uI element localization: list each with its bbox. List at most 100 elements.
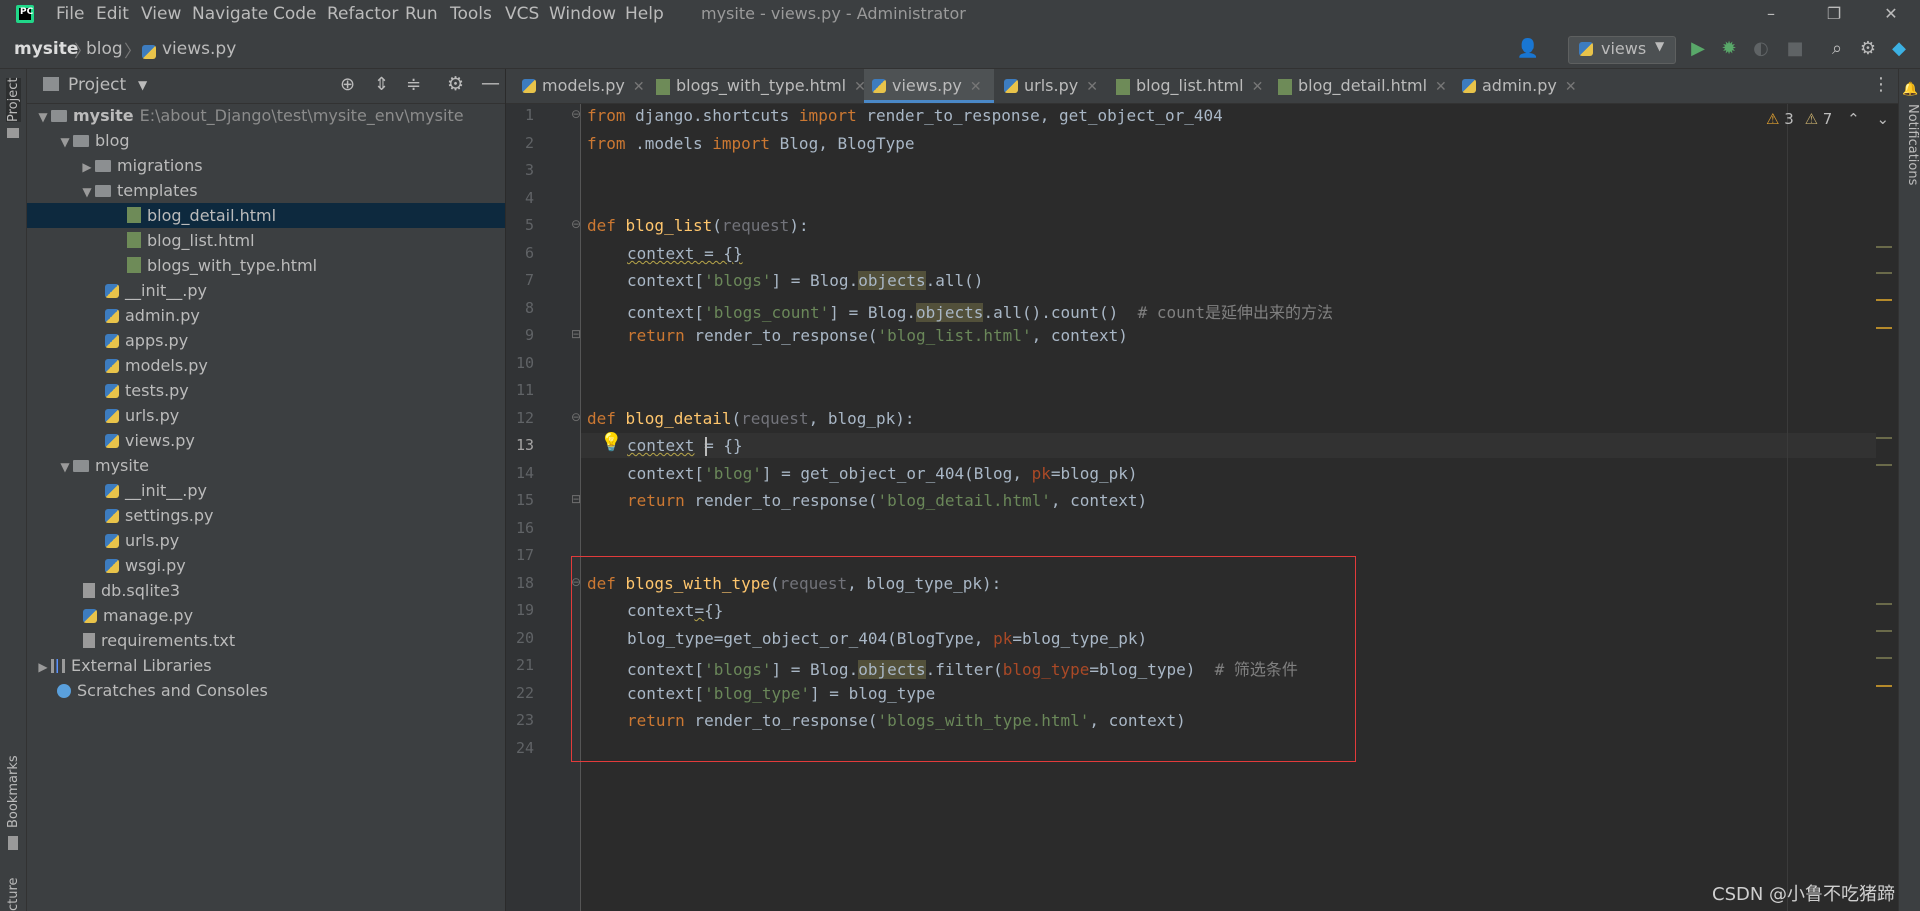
tab-blog-detail-html[interactable]: blog_detail.html ✕ (1270, 69, 1452, 103)
inspection-widget[interactable]: ⚠ 3 ⚠ 7 ⌃ ⌄ (1766, 110, 1889, 128)
code-line-12[interactable]: def blog_detail(request, blog_pk): (587, 409, 915, 428)
fold-marker-icon[interactable]: ⊖ (571, 410, 581, 424)
fold-marker-icon[interactable]: ⊟ (571, 327, 581, 341)
scrollbar-marker[interactable] (1876, 327, 1892, 329)
scrollbar-marker[interactable] (1876, 657, 1892, 659)
close-icon[interactable]: ✕ (1565, 79, 1577, 95)
tree-item-init-py[interactable]: __init__.py (27, 278, 505, 303)
coverage-icon[interactable]: ◐ (1750, 38, 1772, 60)
tree-item-urls-py[interactable]: urls.py (27, 403, 505, 428)
scrollbar-marker[interactable] (1876, 246, 1892, 248)
tree-item-models-py[interactable]: models.py (27, 353, 505, 378)
tree-item-views-py[interactable]: views.py (27, 428, 505, 453)
menu-navigate[interactable]: Navigate (192, 4, 268, 24)
stop-icon[interactable]: ■ (1784, 38, 1806, 60)
tree-item-mysite-init-py[interactable]: __init__.py (27, 478, 505, 503)
close-icon[interactable]: ✕ (633, 79, 645, 95)
project-tool-button[interactable]: Project (6, 77, 21, 122)
code-line-14[interactable]: context['blog'] = get_object_or_404(Blog… (627, 464, 1138, 483)
tree-item-settings-py[interactable]: settings.py (27, 503, 505, 528)
run-icon[interactable]: ▶ (1687, 38, 1709, 60)
editor-scrollbar[interactable] (1876, 104, 1898, 911)
chevron-down-icon[interactable]: ▼ (138, 78, 147, 92)
tree-item-root[interactable]: ▼ mysite E:\about_Django\test\mysite_env\m… (27, 103, 505, 128)
menu-code[interactable]: Code (273, 4, 317, 24)
gear-icon[interactable]: ⚙ (1857, 38, 1879, 60)
locate-icon[interactable]: ⊕ (340, 74, 355, 95)
tab-blog-list-html[interactable]: blog_list.html ✕ (1108, 69, 1268, 103)
tree-item-wsgi-py[interactable]: wsgi.py (27, 553, 505, 578)
breadcrumb-file[interactable]: views.py (162, 39, 236, 59)
minimize-icon[interactable]: – (1756, 2, 1786, 26)
next-highlight-icon[interactable]: ⌄ (1876, 110, 1889, 128)
expand-all-icon[interactable]: ⇕ (374, 74, 389, 95)
scrollbar-marker[interactable] (1876, 464, 1892, 466)
scrollbar-marker[interactable] (1876, 603, 1892, 605)
menu-edit[interactable]: Edit (96, 4, 129, 24)
fold-marker-icon[interactable]: ⊟ (571, 492, 581, 506)
gear-icon[interactable]: ⚙ (447, 73, 464, 95)
menu-vcs[interactable]: VCS (505, 4, 539, 24)
tree-item-templates[interactable]: ▼ templates (27, 178, 505, 203)
tree-item-manage-py[interactable]: manage.py (27, 603, 505, 628)
scrollbar-marker[interactable] (1876, 299, 1892, 301)
code-line-5[interactable]: def blog_list(request): (587, 216, 809, 235)
close-icon[interactable]: ✕ (1435, 79, 1447, 95)
user-icon[interactable]: 👤 (1513, 38, 1543, 60)
menu-view[interactable]: View (141, 4, 181, 24)
code-line-9[interactable]: return render_to_response('blog_list.htm… (627, 326, 1128, 345)
tab-urls-py[interactable]: urls.py ✕ (996, 69, 1108, 103)
close-icon[interactable]: ✕ (1086, 79, 1098, 95)
close-icon[interactable]: ✕ (1876, 2, 1906, 26)
structure-tool-button[interactable]: cture (6, 877, 21, 911)
menu-refactor[interactable]: Refactor (327, 4, 398, 24)
tree-item-migrations[interactable]: ▶ migrations (27, 153, 505, 178)
tree-item-scratches[interactable]: Scratches and Consoles (27, 678, 505, 703)
notifications-bell-icon[interactable]: 🔔 (1902, 82, 1918, 97)
tab-admin-py[interactable]: admin.py ✕ (1454, 69, 1577, 103)
scrollbar-marker[interactable] (1876, 685, 1892, 687)
code-line-7[interactable]: context['blogs'] = Blog.objects.all() (627, 271, 983, 290)
tree-item-external-libraries[interactable]: ▶ External Libraries (27, 653, 505, 678)
code-line-13[interactable]: context = {} (627, 436, 743, 455)
menu-window[interactable]: Window (549, 4, 616, 24)
previous-highlight-icon[interactable]: ⌃ (1847, 110, 1860, 128)
jetbrains-toolbox-icon[interactable]: ◆ (1888, 38, 1910, 60)
close-icon[interactable]: ✕ (1252, 79, 1264, 95)
tab-blogs-with-type-html[interactable]: blogs_with_type.html ✕ (648, 69, 866, 103)
breadcrumb-folder[interactable]: blog (86, 39, 123, 59)
tree-item-mysite[interactable]: ▼ mysite (27, 453, 505, 478)
project-panel-title[interactable]: Project (68, 75, 126, 95)
tree-item-db-sqlite3[interactable]: db.sqlite3 (27, 578, 505, 603)
menu-file[interactable]: File (56, 4, 84, 24)
fold-marker-icon[interactable]: ⊖ (571, 217, 581, 231)
tree-item-mysite-urls-py[interactable]: urls.py (27, 528, 505, 553)
tree-item-blog-list-html[interactable]: blog_list.html (27, 228, 505, 253)
menu-tools[interactable]: Tools (450, 4, 492, 24)
tree-item-apps-py[interactable]: apps.py (27, 328, 505, 353)
close-icon[interactable]: ✕ (970, 79, 982, 95)
collapse-all-icon[interactable]: ≑ (406, 74, 421, 95)
run-configuration-select[interactable]: views ▼ (1568, 36, 1676, 64)
tree-item-blog[interactable]: ▼ blog (27, 128, 505, 153)
menu-help[interactable]: Help (625, 4, 664, 24)
code-line-6[interactable]: context = {} (627, 244, 743, 263)
code-line-1[interactable]: from django.shortcuts import render_to_r… (587, 106, 1223, 125)
scrollbar-marker[interactable] (1876, 630, 1892, 632)
scrollbar-marker[interactable] (1876, 437, 1892, 439)
scrollbar-marker[interactable] (1876, 272, 1892, 274)
menu-run[interactable]: Run (405, 4, 438, 24)
tree-item-blog-detail-html[interactable]: blog_detail.html (27, 203, 505, 228)
fold-marker-icon[interactable]: ⊖ (571, 107, 581, 121)
notifications-tool-button[interactable]: Notifications (1905, 104, 1920, 185)
code-line-15[interactable]: return render_to_response('blog_detail.h… (627, 491, 1147, 510)
tree-item-tests-py[interactable]: tests.py (27, 378, 505, 403)
hide-panel-icon[interactable]: — (481, 72, 500, 94)
breadcrumb-project[interactable]: mysite (14, 39, 78, 59)
code-line-2[interactable]: from .models import Blog, BlogType (587, 134, 915, 153)
tree-item-requirements-txt[interactable]: requirements.txt (27, 628, 505, 653)
tab-models-py[interactable]: models.py ✕ (514, 69, 646, 103)
lightbulb-icon[interactable]: 💡 (600, 432, 622, 453)
tree-item-blogs-with-type-html[interactable]: blogs_with_type.html (27, 253, 505, 278)
restore-icon[interactable]: ❐ (1819, 2, 1849, 26)
